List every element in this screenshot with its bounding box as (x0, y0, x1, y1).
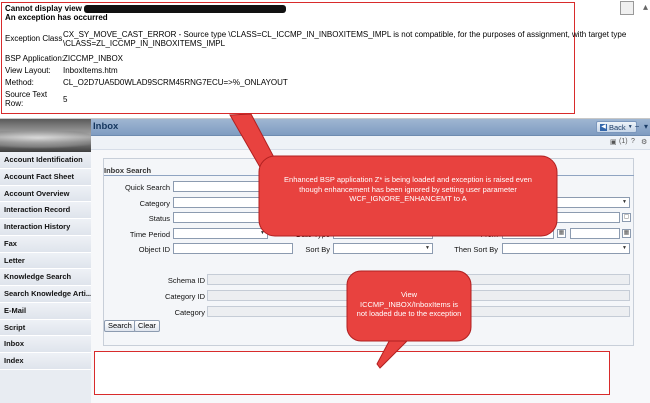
bsp-application-label: BSP Application: (5, 54, 65, 63)
window-controls: ▴ (577, 0, 650, 18)
then-sort-by-label: Then Sort By (454, 245, 498, 254)
search-button[interactable]: Search (104, 320, 136, 332)
notes-icon[interactable]: ▣ (610, 138, 617, 146)
nav-item-fax[interactable]: Fax (0, 235, 91, 253)
view-layout-label: View Layout: (5, 66, 51, 75)
toolbar: ▣ (1) ? ⚙ (91, 136, 650, 150)
nav-item-letter[interactable]: Letter (0, 252, 91, 270)
source-row-label: Row: (5, 99, 24, 108)
back-button-label: Back (609, 122, 626, 132)
dropdown-icon[interactable]: ▾ (641, 122, 650, 132)
navigation-bar: Account Identification Account Fact Shee… (0, 119, 91, 403)
page-header: Inbox ◀ Back ▼ − ▾ (91, 119, 650, 136)
error-subtitle: An exception has occurred (5, 13, 108, 22)
then-sort-by-dropdown[interactable] (502, 243, 630, 254)
sort-by-label: Sort By (305, 245, 330, 254)
calendar-icon[interactable]: ▦ (557, 229, 566, 238)
category2-label: Category (174, 308, 205, 317)
category-id-label: Category ID (164, 292, 205, 301)
method-label: Method: (5, 78, 34, 87)
callout-text-1: Enhanced BSP application Z* is being loa… (284, 175, 532, 203)
nav-item-interaction-record[interactable]: Interaction Record (0, 202, 91, 219)
schema-id-label: Schema ID (167, 276, 205, 285)
nav-item-interaction-history[interactable]: Interaction History (0, 219, 91, 236)
category-label: Category (139, 199, 170, 208)
view-layout-value: InboxItems.htm (63, 66, 118, 75)
scroll-up-icon[interactable]: ▴ (643, 2, 648, 13)
callout-enhancement-note: Enhanced BSP application Z* is being loa… (258, 155, 558, 237)
category-dropdown[interactable] (173, 197, 268, 208)
nav-item-account-identification[interactable]: Account Identification (0, 152, 91, 169)
calendar-icon-2[interactable]: ▦ (622, 229, 631, 238)
redacted-text (83, 4, 286, 13)
nav-item-search-knowledge-articles[interactable]: Search Knowledge Arti... (0, 286, 91, 303)
value-help-icon[interactable]: ▢ (622, 213, 631, 222)
settings-icon[interactable]: ⚙ (641, 138, 647, 146)
banner-image (0, 119, 91, 152)
object-id-input[interactable] (173, 243, 293, 254)
empty-view-highlight-box (94, 351, 610, 395)
bsp-application-value: ZICCMP_INBOX (63, 54, 124, 63)
exception-class-value-2: \CLASS=ZL_ICCMP_IN_INBOXITEMS_IMPL (63, 39, 226, 48)
exception-class-label: Exception Class (5, 34, 63, 43)
nav-item-account-overview[interactable]: Account Overview (0, 185, 91, 203)
nav-item-knowledge-search[interactable]: Knowledge Search (0, 269, 91, 286)
exception-class-value: CX_SY_MOVE_CAST_ERROR - Source type \CLA… (63, 30, 627, 39)
nav-item-script[interactable]: Script (0, 319, 91, 337)
source-row-value: 5 (63, 95, 68, 104)
clear-button[interactable]: Clear (134, 320, 160, 332)
callout-view-not-loaded: View ICCMP_INBOX/InboxItems is not loade… (346, 270, 472, 342)
method-value: CL_O2D7UA5D0WLAD9SCRM45RNG7ECU=>%_ONLAYO… (63, 78, 288, 87)
status-dropdown[interactable] (173, 212, 268, 223)
callout-text-2: View ICCMP_INBOX/InboxItems is not loade… (356, 290, 462, 318)
time-period-dropdown[interactable] (173, 228, 268, 239)
to-date-input[interactable] (570, 228, 620, 239)
counter-badge[interactable]: (1) (619, 138, 628, 145)
back-arrow-icon: ◀ (600, 123, 607, 131)
nav-item-index[interactable]: Index (0, 353, 91, 370)
error-title: Cannot display view (5, 4, 286, 13)
object-id-label: Object ID (138, 245, 170, 254)
scroll-thumb[interactable] (620, 1, 634, 15)
error-area: Cannot display view An exception has occ… (0, 0, 650, 119)
back-button[interactable]: ◀ Back ▼ (596, 121, 637, 133)
help-icon[interactable]: ? (631, 138, 635, 145)
nav-item-account-fact-sheet[interactable]: Account Fact Sheet (0, 168, 91, 186)
source-text-label: Source Text (5, 90, 48, 99)
sort-by-dropdown[interactable] (333, 243, 433, 254)
search-panel-title: Inbox Search (104, 166, 152, 175)
status-label: Status (148, 214, 170, 223)
nav-item-inbox[interactable]: Inbox (0, 336, 91, 353)
quick-search-label: Quick Search (124, 183, 170, 192)
page-title: Inbox (93, 121, 119, 132)
nav-item-email[interactable]: E-Mail (0, 302, 91, 320)
time-period-label: Time Period (129, 230, 170, 239)
